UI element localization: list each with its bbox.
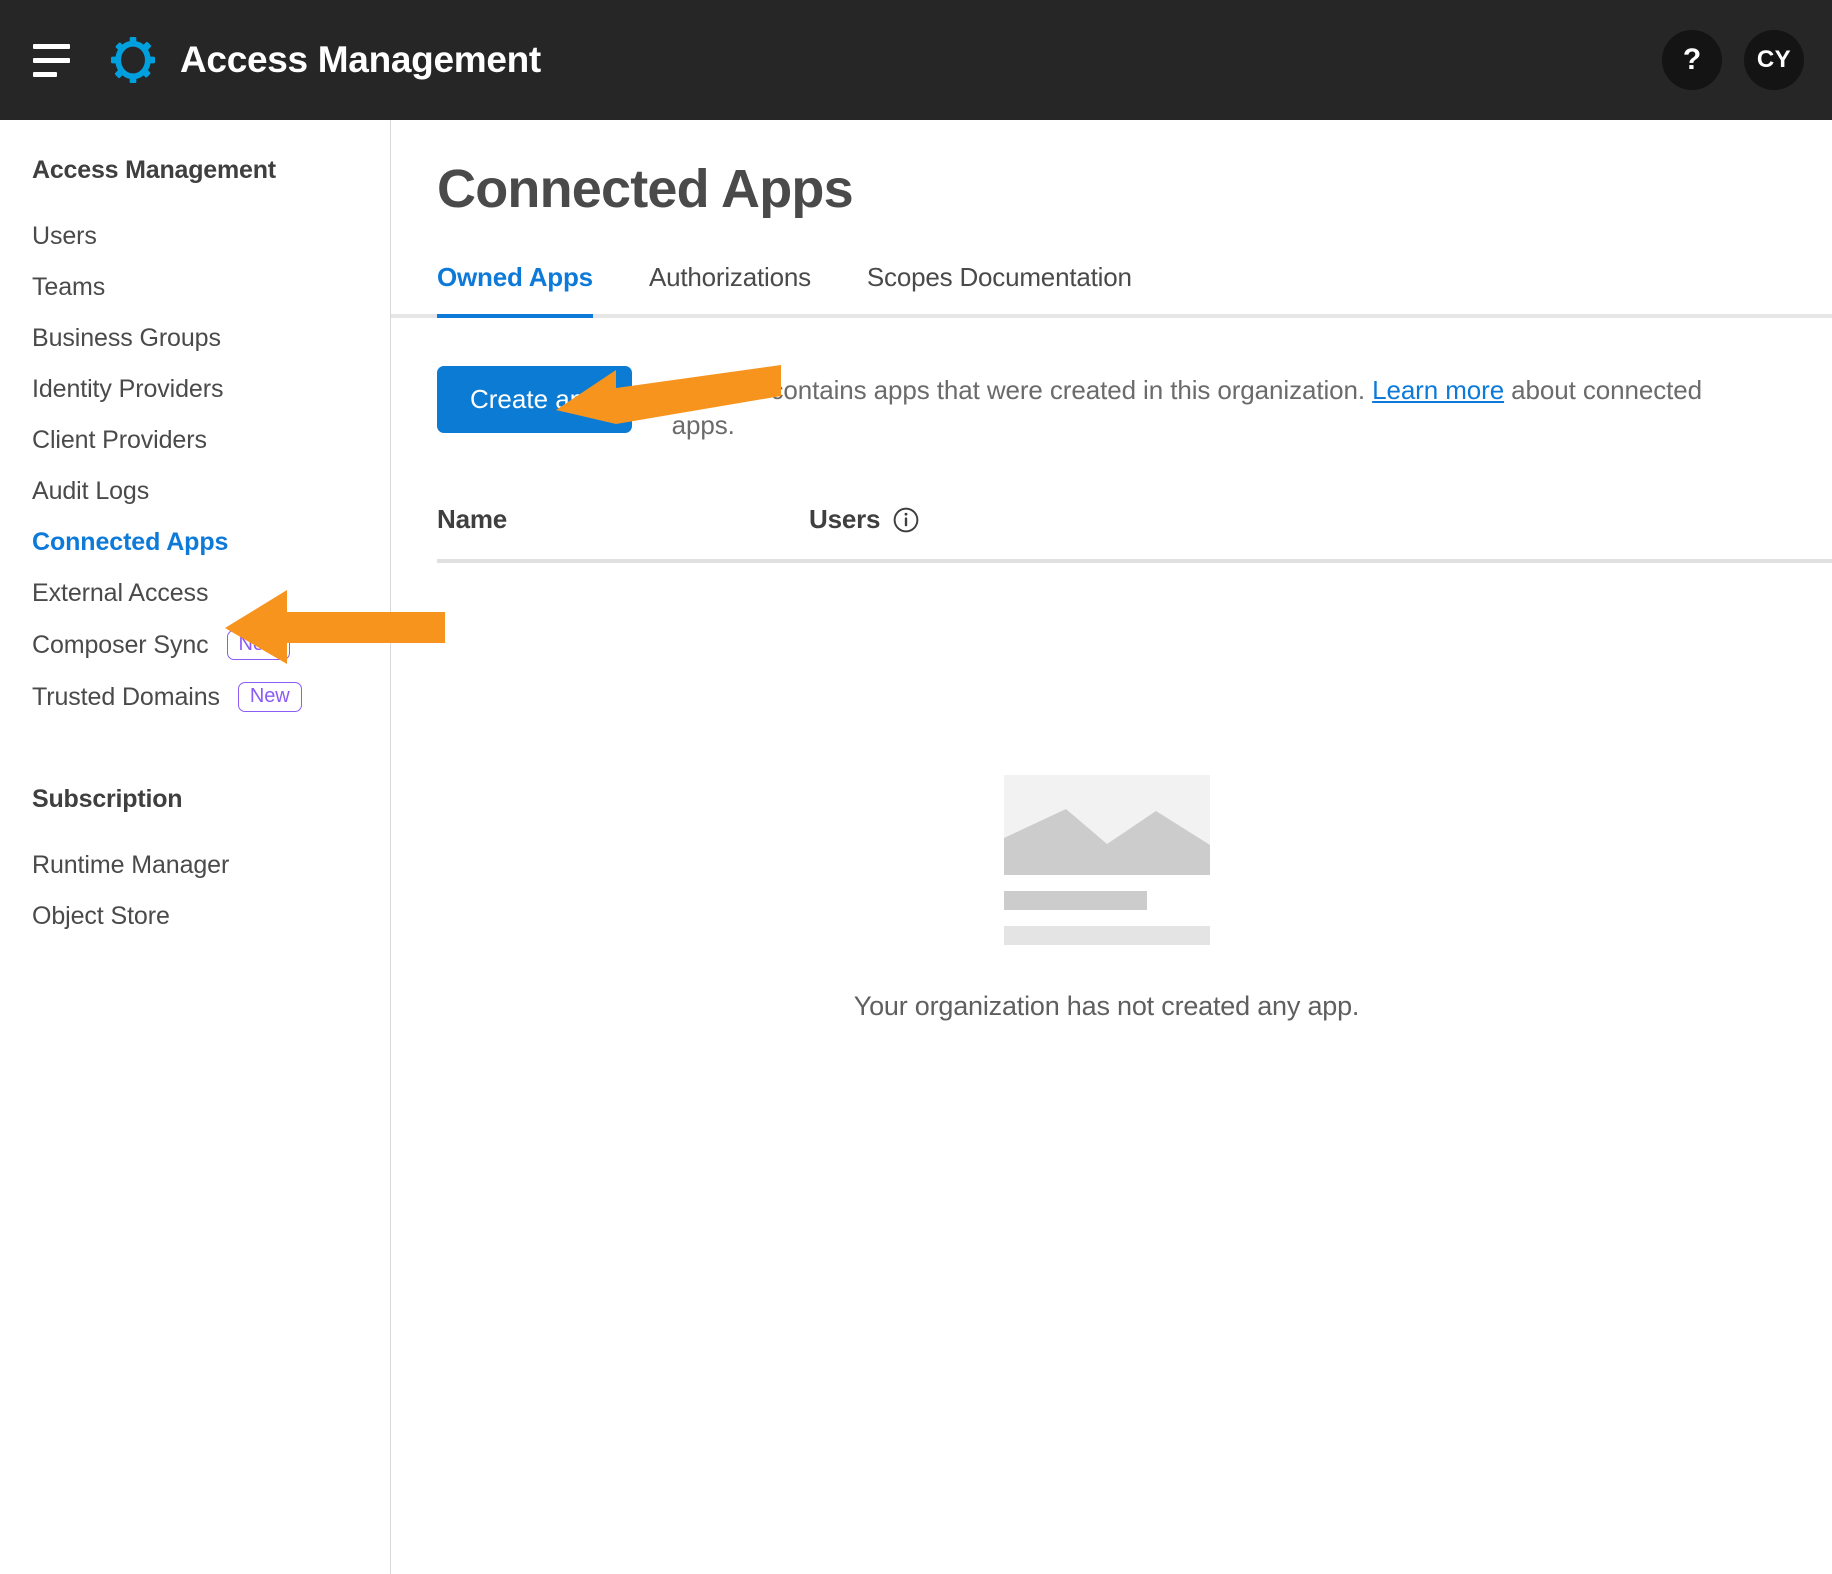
learn-more-link[interactable]: Learn more bbox=[1372, 375, 1504, 405]
column-header-label: Users bbox=[809, 504, 881, 535]
sidebar-item-label: Connected Apps bbox=[32, 528, 229, 556]
column-header-name[interactable]: Name bbox=[437, 504, 809, 535]
sidebar-item-label: Teams bbox=[32, 273, 106, 301]
apps-table-header: Name Users bbox=[437, 504, 1832, 564]
left-sidebar-nav: Access Management Users Teams Business G… bbox=[0, 120, 391, 1574]
sidebar-item-label: Users bbox=[32, 222, 97, 250]
sidebar-item-label: Composer Sync bbox=[32, 630, 209, 659]
tab-description: This tab contains apps that were created… bbox=[672, 366, 1712, 442]
column-header-users[interactable]: Users bbox=[809, 504, 919, 535]
header-actions: ? CY bbox=[1662, 30, 1804, 90]
sidebar-section-title-subscription: Subscription bbox=[32, 785, 183, 813]
mountain-shape bbox=[1003, 809, 1210, 876]
empty-state-message: Your organization has not created any ap… bbox=[853, 991, 1360, 1022]
hamburger-line bbox=[33, 57, 70, 63]
tab-scopes-documentation[interactable]: Scopes Documentation bbox=[867, 262, 1132, 314]
illustration-bar-primary bbox=[1003, 891, 1147, 911]
help-icon-button[interactable]: ? bbox=[1662, 30, 1722, 90]
user-avatar[interactable]: CY bbox=[1744, 30, 1804, 90]
tab-bar: Owned Apps Authorizations Scopes Documen… bbox=[391, 262, 1832, 318]
info-icon[interactable] bbox=[893, 507, 919, 533]
sidebar-item-trusted-domains[interactable]: Trusted Domains New bbox=[0, 671, 390, 723]
sidebar-item-label: External Access bbox=[32, 579, 209, 607]
sidebar-item-label: Object Store bbox=[32, 902, 170, 930]
sidebar-item-business-groups[interactable]: Business Groups bbox=[0, 313, 390, 364]
top-header-bar: Access Management ? CY bbox=[0, 0, 1832, 120]
hamburger-line bbox=[33, 43, 70, 49]
sidebar-item-audit-logs[interactable]: Audit Logs bbox=[0, 466, 390, 517]
illustration-picture bbox=[1003, 775, 1210, 876]
sidebar-item-label: Identity Providers bbox=[32, 375, 224, 403]
sidebar-item-connected-apps[interactable]: Connected Apps bbox=[0, 517, 390, 568]
tab-authorizations[interactable]: Authorizations bbox=[649, 262, 811, 314]
hamburger-line bbox=[33, 71, 57, 77]
main-content: Connected Apps Owned Apps Authorizations… bbox=[391, 120, 1832, 1574]
sidebar-item-composer-sync[interactable]: Composer Sync New bbox=[0, 619, 390, 671]
hamburger-menu-icon[interactable] bbox=[30, 40, 74, 80]
body-container: Access Management Users Teams Business G… bbox=[0, 120, 1832, 1574]
image-placeholder-icon bbox=[1003, 775, 1210, 946]
create-app-button[interactable]: Create app bbox=[437, 366, 632, 433]
sidebar-item-label: Trusted Domains bbox=[32, 682, 220, 711]
sidebar-item-runtime-manager[interactable]: Runtime Manager bbox=[0, 840, 390, 891]
sidebar-section-title-access-management: Access Management bbox=[32, 156, 276, 184]
sidebar-item-users[interactable]: Users bbox=[0, 211, 390, 262]
sidebar-item-object-store[interactable]: Object Store bbox=[0, 891, 390, 942]
new-badge: New bbox=[237, 682, 302, 712]
sidebar-item-label: Client Providers bbox=[32, 426, 207, 454]
sidebar-item-identity-providers[interactable]: Identity Providers bbox=[0, 364, 390, 415]
illustration-bar-secondary bbox=[1003, 926, 1210, 946]
new-badge: New bbox=[226, 630, 291, 660]
app-title: Access Management bbox=[180, 39, 541, 80]
sidebar-item-label: Business Groups bbox=[32, 324, 221, 352]
sidebar-item-teams[interactable]: Teams bbox=[0, 262, 390, 313]
action-row: Create app This tab contains apps that w… bbox=[437, 366, 1832, 442]
brand: Access Management bbox=[110, 37, 541, 83]
sidebar-item-label: Audit Logs bbox=[32, 477, 150, 505]
empty-state: Your organization has not created any ap… bbox=[437, 775, 1832, 1022]
sidebar-item-external-access[interactable]: External Access bbox=[0, 568, 390, 619]
description-text-before: This tab contains apps that were created… bbox=[671, 375, 1373, 405]
column-header-label: Name bbox=[437, 504, 508, 535]
access-management-app: Access Management ? CY Access Management… bbox=[0, 0, 1832, 1574]
page-title: Connected Apps bbox=[437, 159, 854, 219]
gear-icon bbox=[110, 37, 156, 83]
tab-owned-apps[interactable]: Owned Apps bbox=[437, 262, 593, 318]
sidebar-item-label: Runtime Manager bbox=[32, 851, 230, 879]
sidebar-item-client-providers[interactable]: Client Providers bbox=[0, 415, 390, 466]
